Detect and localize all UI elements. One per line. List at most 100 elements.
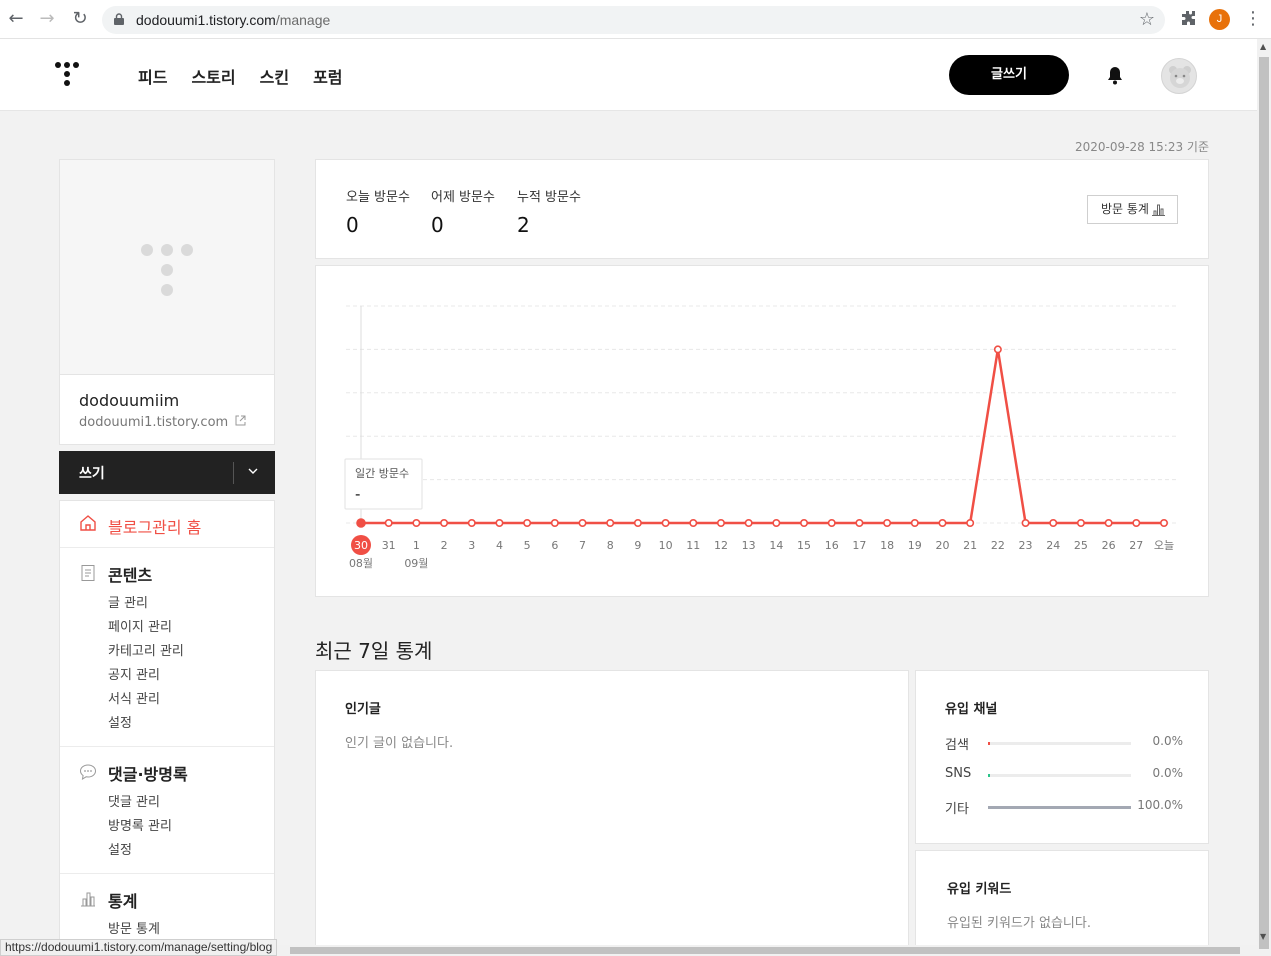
stat-today: 오늘 방문수 0: [346, 186, 410, 237]
chart-point: [1159, 519, 1168, 528]
nav-feed[interactable]: 피드: [138, 64, 167, 88]
channel-name: 검색: [945, 738, 969, 753]
stats-updated-at: 2020-09-28 15:23 기준: [1074, 140, 1209, 154]
scroll-down-arrow-icon[interactable]: ▼: [1260, 932, 1266, 941]
sidebar-section-title[interactable]: 콘텐츠: [108, 562, 152, 586]
chart-point: [661, 519, 670, 528]
chart-point: [1104, 519, 1113, 528]
chart-point: [440, 519, 449, 528]
sidebar-item-contents-settings[interactable]: 설정: [108, 712, 132, 731]
stat-label: 오늘 방문수: [346, 190, 410, 205]
stat-total: 누적 방문수 2: [517, 186, 581, 237]
chart-x-tick-label: 21: [963, 539, 977, 552]
inflow-channel-card: 유입 채널 검색 0.0% SNS 0.0% 기타 100.0%: [915, 670, 1209, 844]
sidebar-item-post-manage[interactable]: 글 관리: [108, 592, 148, 611]
stat-label: 누적 방문수: [517, 190, 581, 205]
nav-forum[interactable]: 포럼: [313, 64, 342, 88]
chart-tooltip-title: 일간 방문수: [355, 466, 409, 480]
inflow-keyword-empty: 유입된 키워드가 없습니다.: [947, 916, 1091, 931]
chart-x-tick-label: 1: [413, 539, 420, 552]
notification-bell-icon[interactable]: [1105, 65, 1125, 85]
nav-skin[interactable]: 스킨: [260, 64, 289, 88]
chart-point: [606, 519, 615, 528]
sidebar-write-bar[interactable]: 쓰기: [59, 451, 275, 494]
vertical-scrollbar[interactable]: ▲ ▼: [1257, 39, 1271, 956]
lock-icon: [114, 13, 124, 25]
chart-x-tick-label: 17: [852, 539, 866, 552]
popular-posts-title: 인기글: [345, 702, 381, 717]
chart-point: [578, 519, 587, 528]
forward-icon[interactable]: →: [36, 8, 58, 30]
chart-point: [993, 345, 1002, 354]
chart-x-tick-label: 11: [686, 539, 700, 552]
blog-name[interactable]: dodouumiim: [79, 391, 179, 410]
nav-story[interactable]: 스토리: [191, 64, 235, 88]
vertical-scroll-thumb[interactable]: [1259, 57, 1269, 949]
chart-point: [772, 519, 781, 528]
sidebar-section-title[interactable]: 통계: [108, 888, 137, 912]
visit-summary-card: 오늘 방문수 0 어제 방문수 0 누적 방문수 2 방문 통계: [315, 159, 1209, 259]
sidebar-item-category-manage[interactable]: 카테고리 관리: [108, 640, 184, 659]
bar-chart-icon: [1152, 204, 1165, 216]
recent-stats-title: 최근 7일 통계: [315, 639, 433, 663]
chart-point: [744, 519, 753, 528]
home-icon: [80, 515, 96, 531]
chart-x-tick-label: 14: [769, 539, 783, 552]
sidebar-item-comments-settings[interactable]: 설정: [108, 839, 132, 858]
user-avatar[interactable]: [1161, 58, 1197, 94]
extensions-puzzle-icon[interactable]: [1179, 9, 1199, 29]
sidebar-item-template-manage[interactable]: 서식 관리: [108, 688, 160, 707]
channel-percent: 0.0%: [1152, 766, 1184, 780]
channel-bar-track: [988, 806, 1131, 809]
link-status-bar: https://dodouumi1.tistory.com/manage/set…: [0, 939, 278, 956]
sidebar-home-label: 블로그관리 홈: [108, 518, 202, 537]
sidebar-item-visit-stats[interactable]: 방문 통계: [108, 918, 160, 937]
write-post-button[interactable]: 글쓰기: [949, 55, 1069, 95]
chart-point: [1049, 519, 1058, 528]
channel-percent: 0.0%: [1152, 734, 1184, 748]
blog-thumbnail[interactable]: [60, 160, 274, 375]
chart-point: [966, 519, 975, 528]
reload-icon[interactable]: ↻: [69, 8, 91, 30]
chart-x-tick-label: 22: [991, 539, 1005, 552]
daily-visits-chart: 30 31 1 2 3 4 5 6 7 8 9 10 11 12 13 14 15 16 17 18 19 20 21 22 2…: [344, 305, 1178, 570]
scroll-up-arrow-icon[interactable]: ▲: [1260, 42, 1266, 51]
chart-point: [938, 519, 947, 528]
sidebar-write-label[interactable]: 쓰기: [79, 463, 105, 483]
chart-x-tick-label: 5: [524, 539, 531, 552]
back-icon[interactable]: ←: [5, 8, 27, 30]
visit-stats-button[interactable]: 방문 통계: [1087, 195, 1178, 224]
sidebar-item-home[interactable]: 블로그관리 홈: [60, 501, 274, 548]
blog-placeholder-logo-icon: [141, 244, 193, 296]
address-bar[interactable]: dodouumi1.tistory.com/manage ☆: [102, 6, 1165, 34]
popular-posts-empty: 인기 글이 없습니다.: [345, 736, 454, 751]
chevron-down-icon[interactable]: [247, 465, 259, 477]
blog-url[interactable]: dodouumi1.tistory.com: [79, 415, 246, 430]
channel-name: 기타: [945, 802, 969, 817]
sidebar-item-guestbook-manage[interactable]: 방명록 관리: [108, 815, 172, 834]
blog-profile-card: dodouumiim dodouumi1.tistory.com: [59, 159, 275, 445]
inflow-keyword-card: 유입 키워드 유입된 키워드가 없습니다.: [915, 850, 1209, 956]
bookmark-star-icon[interactable]: ☆: [1139, 9, 1155, 30]
horizontal-scroll-thumb[interactable]: [290, 947, 1240, 954]
chart-x-tick-label: 3: [468, 539, 475, 552]
chart-point: [716, 519, 725, 528]
inflow-channel-row: 기타 100.0%: [945, 798, 1185, 818]
sidebar-section-title[interactable]: 댓글·방명록: [108, 761, 188, 785]
sidebar-item-notice-manage[interactable]: 공지 관리: [108, 664, 160, 683]
sidebar-item-page-manage[interactable]: 페이지 관리: [108, 616, 172, 635]
chart-x-tick-label: 31: [382, 539, 396, 552]
chart-point: [910, 519, 919, 528]
chart-x-tick-label: 23: [1019, 539, 1033, 552]
chart-x-tick-label: 6: [551, 539, 558, 552]
browser-profile-avatar[interactable]: J: [1209, 9, 1230, 30]
sidebar-item-comment-manage[interactable]: 댓글 관리: [108, 791, 160, 810]
daily-visits-chart-card: 30 31 1 2 3 4 5 6 7 8 9 10 11 12 13 14 15 16 17 18 19 20 21 22 2…: [315, 265, 1209, 597]
browser-menu-icon[interactable]: ⋮: [1244, 8, 1262, 29]
sidebar-section-comments: 댓글·방명록 댓글 관리 방명록 관리 설정: [60, 747, 274, 874]
popular-posts-card: 인기글 인기 글이 없습니다.: [315, 670, 909, 956]
tistory-logo-icon[interactable]: [54, 61, 80, 89]
chart-point: [633, 519, 642, 528]
inflow-channel-title: 유입 채널: [945, 702, 998, 717]
chart-x-tick-label: 4: [496, 539, 503, 552]
